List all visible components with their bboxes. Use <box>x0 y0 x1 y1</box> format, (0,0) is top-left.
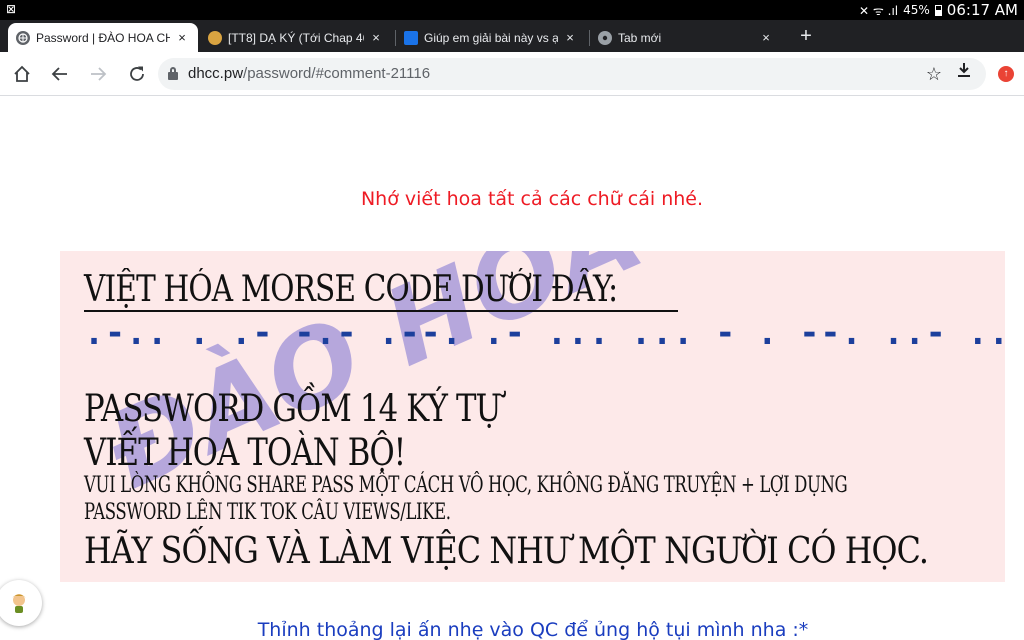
morse-code: .-.. . .- -.- .--. .- ... ... - . --. ..… <box>84 313 1005 353</box>
signal-icons: ✕ ᯤ .ıl <box>859 3 899 18</box>
clock: 06:17 AM <box>946 1 1018 19</box>
chrome-icon <box>598 30 612 45</box>
battery-percent: 45% <box>903 3 930 17</box>
battery-icon <box>934 4 942 16</box>
arrow-right-icon <box>91 67 107 81</box>
arrow-left-icon <box>51 67 67 81</box>
close-tab-icon[interactable]: × <box>368 30 384 45</box>
home-button[interactable] <box>8 60 36 88</box>
close-tab-icon[interactable]: × <box>174 30 190 45</box>
tab-label: Password | ĐÀO HOA CHI <box>36 30 170 45</box>
tab-strip: Password | ĐÀO HOA CHI × [TT8] DẠ KÝ (Tớ… <box>0 20 1024 52</box>
new-tab-button[interactable]: + <box>794 24 818 48</box>
notification-icon: ⊠ <box>6 2 17 16</box>
warning-line-2: PASSWORD LÊN TIK TOK CÂU VIEWS/LIKE. <box>84 500 451 525</box>
address-bar[interactable]: dhcc.pw/password/#comment-21116 ☆ <box>158 58 986 90</box>
box-title: VIỆT HÓA MORSE CODE DƯỚI ĐÂY: <box>84 269 618 310</box>
close-tab-icon[interactable]: × <box>758 30 774 45</box>
tab-new[interactable]: Tab mới × <box>590 23 782 52</box>
status-bar: ⊠ ✕ ᯤ .ıl 45% 06:17 AM <box>0 0 1024 20</box>
reload-button[interactable] <box>123 60 151 88</box>
lock-icon <box>168 67 178 80</box>
warning-line-1: VUI LÒNG KHÔNG SHARE PASS MỘT CÁCH VÔ HỌ… <box>84 473 848 498</box>
forward-button[interactable] <box>84 60 112 88</box>
manga-icon <box>208 30 222 45</box>
tab-label: Tab mới <box>618 30 662 45</box>
hint-text: Nhớ viết hoa tất cả các chữ cái nhé. <box>360 188 704 210</box>
tab-password[interactable]: Password | ĐÀO HOA CHI × <box>8 23 198 52</box>
tab-da-ky[interactable]: [TT8] DẠ KÝ (Tới Chap 46) × <box>200 23 392 52</box>
home-icon <box>14 65 30 82</box>
uppercase-text: VIẾT HOA TOÀN BỘ! <box>84 431 406 474</box>
status-indicators: ✕ ᯤ .ıl 45% 06:17 AM <box>859 1 1018 19</box>
url-text[interactable]: dhcc.pw/password/#comment-21116 <box>188 65 430 82</box>
browser-toolbar: dhcc.pw/password/#comment-21116 ☆ ↑ <box>0 52 1024 96</box>
url-path: /password/#comment-21116 <box>243 65 431 82</box>
character-icon <box>12 594 26 613</box>
hoidap-icon <box>404 30 418 45</box>
support-ads-link[interactable]: Thỉnh thoảng lại ấn nhẹ vào QC để ủng hộ… <box>0 619 1024 640</box>
password-length-text: PASSWORD GỒM 14 KÝ TỰ <box>84 387 501 430</box>
download-icon[interactable] <box>952 62 976 86</box>
tab-giup-em[interactable]: Giúp em giải bài này vs ạ × <box>396 23 586 52</box>
url-host: dhcc.pw <box>188 65 244 82</box>
closing-line: HÃY SỐNG VÀ LÀM VIỆC NHƯ MỘT NGƯỜI CÓ HỌ… <box>84 531 929 572</box>
back-button[interactable] <box>46 60 74 88</box>
update-arrow-icon[interactable]: ↑ <box>998 66 1014 82</box>
password-instructions-image: ĐÀO HOA CHI CẢNH VIỆT HÓA MORSE CODE DƯỚ… <box>60 251 1005 582</box>
globe-icon <box>16 30 30 45</box>
tab-label: Giúp em giải bài này vs ạ <box>424 30 558 45</box>
tab-label: [TT8] DẠ KÝ (Tới Chap 46) <box>228 30 364 45</box>
title-underline <box>84 310 678 312</box>
reload-icon <box>130 66 144 81</box>
bookmark-star-icon[interactable]: ☆ <box>922 62 946 86</box>
close-tab-icon[interactable]: × <box>562 30 578 45</box>
